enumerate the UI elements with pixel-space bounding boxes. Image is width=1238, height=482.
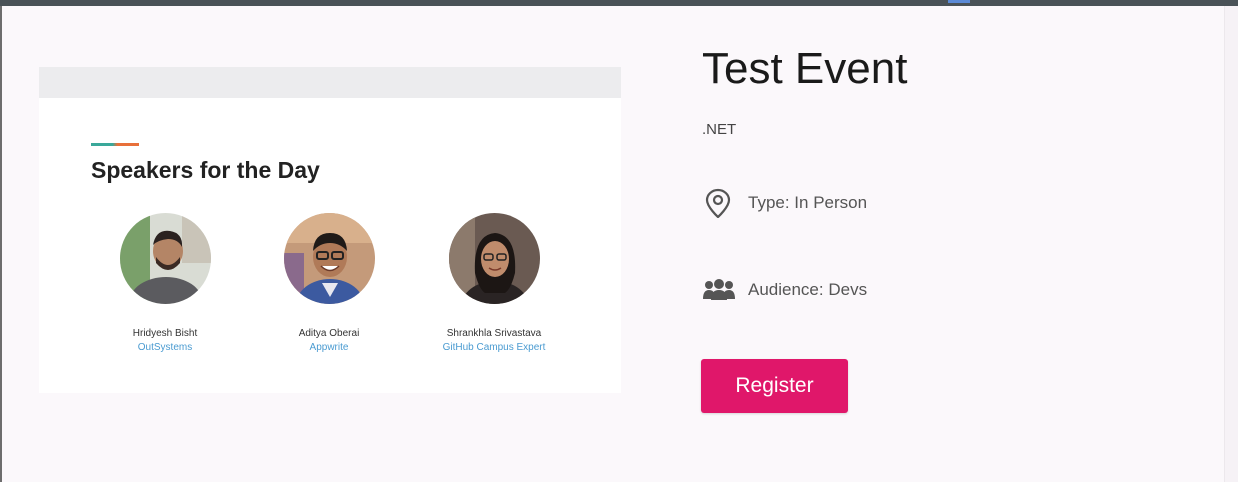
speaker-avatar xyxy=(448,213,540,304)
event-audience-row: Audience: Devs xyxy=(702,275,867,305)
speaker-org: GitHub Campus Expert xyxy=(442,342,546,353)
banner-heading: Speakers for the Day xyxy=(91,157,320,183)
register-button[interactable]: Register xyxy=(701,359,848,413)
event-audience-text: Audience: Devs xyxy=(748,280,868,299)
window-right-edge xyxy=(1224,6,1238,482)
speaker-org: OutSystems xyxy=(137,342,193,353)
speaker-avatar xyxy=(119,213,211,304)
speaker-name: Hridyesh Bisht xyxy=(132,328,198,339)
map-pin-icon xyxy=(702,188,736,218)
banner-accent-line xyxy=(91,143,139,146)
speaker-name: Aditya Oberai xyxy=(298,328,360,339)
banner-top-strip xyxy=(39,67,621,98)
top-bar-indicator xyxy=(948,0,970,3)
browser-top-bar xyxy=(0,0,1238,6)
users-icon xyxy=(702,275,736,305)
event-title: Test Event xyxy=(702,44,908,93)
event-banner-image: Speakers for the Day Hridyesh Bisht OutS… xyxy=(39,67,621,393)
event-tag: .NET xyxy=(702,121,737,138)
speaker-avatar xyxy=(283,213,375,304)
speaker-org: Appwrite xyxy=(309,342,349,353)
speaker-name: Shrankhla Srivastava xyxy=(446,328,542,339)
speaker-card: Aditya Oberai Appwrite xyxy=(244,213,414,353)
event-type-text: Type: In Person xyxy=(748,193,868,212)
event-type-row: Type: In Person xyxy=(702,188,867,218)
speaker-card: Hridyesh Bisht OutSystems xyxy=(80,213,250,353)
speaker-card: Shrankhla Srivastava GitHub Campus Exper… xyxy=(409,213,579,353)
window-left-edge xyxy=(0,6,2,482)
